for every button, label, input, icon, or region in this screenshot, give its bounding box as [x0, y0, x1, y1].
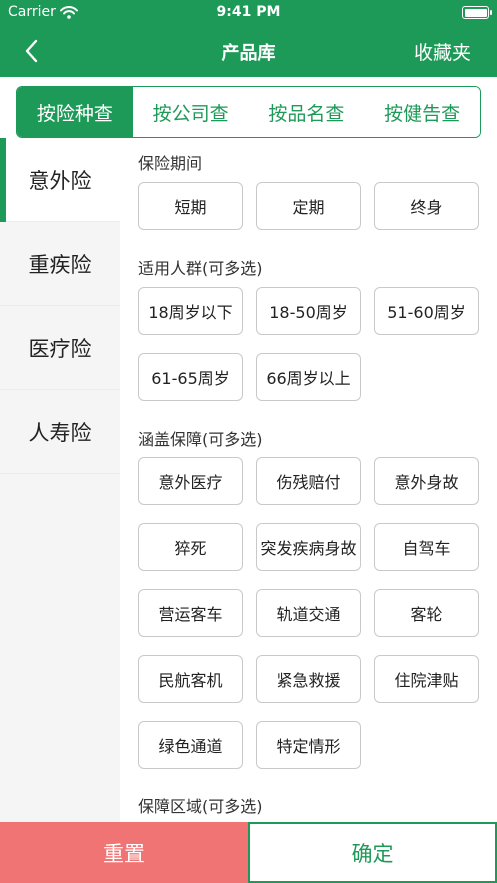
- section-title-period: 保险期间: [138, 154, 203, 173]
- option-button[interactable]: 绿色通道: [138, 721, 243, 769]
- option-button[interactable]: 伤残赔付: [256, 457, 361, 505]
- option-button[interactable]: 住院津贴: [374, 655, 479, 703]
- option-button[interactable]: 18周岁以下: [138, 287, 243, 335]
- sidebar-item-accident[interactable]: 意外险: [0, 138, 120, 222]
- sidebar-item-medical[interactable]: 医疗险: [0, 306, 120, 390]
- section-title-region: 保障区域(可多选): [138, 797, 263, 816]
- option-button[interactable]: 意外身故: [374, 457, 479, 505]
- tab-by-company[interactable]: 按公司查: [132, 87, 249, 137]
- tab-by-product-name[interactable]: 按品名查: [248, 87, 365, 137]
- tab-by-type[interactable]: 按险种查: [17, 87, 133, 137]
- sidebar-item-life[interactable]: 人寿险: [0, 390, 120, 474]
- bottom-action-bar: 重置 确定: [0, 822, 497, 883]
- option-button[interactable]: 猝死: [138, 523, 243, 571]
- coverage-options: 意外医疗 伤残赔付 意外身故 猝死 突发疾病身故 自驾车 营运客车 轨道交通 客…: [138, 457, 480, 769]
- confirm-button[interactable]: 确定: [248, 822, 497, 883]
- option-button[interactable]: 终身: [374, 182, 479, 230]
- option-button[interactable]: 轨道交通: [256, 589, 361, 637]
- section-title-coverage: 涵盖保障(可多选): [138, 430, 263, 449]
- period-options: 短期 定期 终身: [138, 182, 480, 230]
- nav-bar: 产品库 收藏夹: [0, 26, 497, 77]
- option-button[interactable]: 定期: [256, 182, 361, 230]
- option-button[interactable]: 客轮: [374, 589, 479, 637]
- option-button[interactable]: 61-65周岁: [138, 353, 243, 401]
- filter-panel: 保险期间 短期 定期 终身 适用人群(可多选) 18周岁以下 18-50周岁 5…: [120, 138, 497, 824]
- clock: 9:41 PM: [216, 4, 281, 20]
- option-button[interactable]: 自驾车: [374, 523, 479, 571]
- option-button[interactable]: 66周岁以上: [256, 353, 361, 401]
- option-button[interactable]: 意外医疗: [138, 457, 243, 505]
- battery-icon: [462, 6, 492, 19]
- chevron-left-icon: [25, 39, 38, 63]
- search-mode-tabs: 按险种查 按公司查 按品名查 按健告查: [16, 86, 481, 138]
- reset-button[interactable]: 重置: [0, 822, 248, 883]
- option-button[interactable]: 紧急救援: [256, 655, 361, 703]
- crowd-options: 18周岁以下 18-50周岁 51-60周岁 61-65周岁 66周岁以上: [138, 287, 480, 401]
- section-title-crowd: 适用人群(可多选): [138, 259, 263, 278]
- option-button[interactable]: 突发疾病身故: [256, 523, 361, 571]
- option-button[interactable]: 短期: [138, 182, 243, 230]
- sidebar-item-critical-illness[interactable]: 重疾险: [0, 222, 120, 306]
- option-button[interactable]: 民航客机: [138, 655, 243, 703]
- option-button[interactable]: 18-50周岁: [256, 287, 361, 335]
- category-sidebar: 意外险 重疾险 医疗险 人寿险: [0, 138, 120, 824]
- back-button[interactable]: [14, 36, 48, 66]
- tab-by-health-notice[interactable]: 按健告查: [364, 87, 480, 137]
- option-button[interactable]: 营运客车: [138, 589, 243, 637]
- option-button[interactable]: 51-60周岁: [374, 287, 479, 335]
- app-header: Carrier 9:41 PM 产品库 收藏夹: [0, 0, 497, 77]
- status-bar: Carrier 9:41 PM: [0, 0, 497, 26]
- favorites-button[interactable]: 收藏夹: [414, 38, 471, 65]
- option-button[interactable]: 特定情形: [256, 721, 361, 769]
